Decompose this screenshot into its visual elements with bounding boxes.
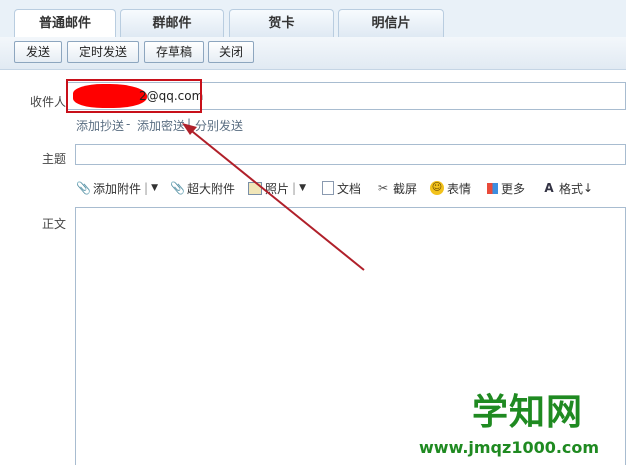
emoji-tool[interactable]: ☺ 表情 (430, 180, 471, 196)
more-label: 更多 (501, 181, 526, 196)
screenshot-label: 截屏 (393, 181, 418, 196)
watermark-logo-text: 学知网 (472, 392, 584, 433)
document-tool[interactable]: 文档 (322, 180, 361, 196)
link-dash: - (126, 117, 131, 131)
tab-greeting-card[interactable]: 贺卡 (229, 9, 334, 37)
add-attachment-tool[interactable]: 📎 添加附件 | ▼ (76, 180, 158, 196)
document-icon (322, 181, 334, 195)
paperclip-icon: 📎 (76, 181, 91, 195)
body-label: 正文 (41, 217, 66, 231)
add-bcc-link[interactable]: 添加密送 (137, 117, 185, 134)
close-button[interactable]: 关闭 (208, 41, 254, 63)
screenshot-tool[interactable]: ✂ 截屏 (376, 180, 417, 196)
send-button[interactable]: 发送 (14, 41, 62, 63)
add-cc-link[interactable]: 添加抄送 (76, 117, 124, 134)
add-attachment-label: 添加附件 (93, 181, 142, 196)
scheduled-send-button[interactable]: 定时发送 (67, 41, 139, 63)
photo-icon (248, 181, 262, 195)
document-label: 文档 (337, 181, 362, 196)
compose-toolbar: 发送 定时发送 存草稿 关闭 (0, 37, 626, 70)
watermark-url: www.jmqz1000.com (419, 438, 600, 457)
recipient-label: 收件人 (29, 95, 66, 109)
grid-icon (487, 182, 498, 194)
tab-normal-mail[interactable]: 普通邮件 (14, 9, 116, 38)
chevron-down-icon[interactable]: ▼ (151, 183, 158, 193)
subject-input[interactable] (75, 144, 626, 165)
format-tool[interactable]: A 格式 ↓ (542, 180, 593, 196)
tab-group-mail[interactable]: 群邮件 (120, 9, 224, 37)
format-label: 格式 (559, 181, 584, 196)
chevron-down-icon[interactable]: ▼ (299, 183, 306, 193)
annotation-highlight-box (66, 79, 202, 113)
separate-send-link[interactable]: 分别发送 (195, 117, 243, 134)
mail-type-tabs: 普通邮件 群邮件 贺卡 明信片 (0, 0, 626, 38)
photo-label: 照片 (265, 181, 290, 196)
font-a-icon: A (544, 181, 554, 195)
scissors-icon: ✂ (377, 181, 389, 195)
photo-tool[interactable]: 照片 | ▼ (248, 180, 306, 196)
large-attachment-tool[interactable]: 📎 超大附件 (170, 180, 235, 196)
more-tool[interactable]: 更多 (487, 180, 525, 196)
link-pipe: | (187, 117, 192, 131)
emoji-label: 表情 (447, 181, 472, 196)
tab-postcard[interactable]: 明信片 (338, 9, 444, 37)
smiley-icon: ☺ (430, 181, 444, 195)
paperclip-icon: 📎 (170, 181, 185, 195)
subject-label: 主题 (41, 152, 66, 166)
format-toggle-icon: ↓ (583, 181, 594, 195)
large-attachment-label: 超大附件 (187, 181, 236, 196)
save-draft-button[interactable]: 存草稿 (144, 41, 204, 63)
